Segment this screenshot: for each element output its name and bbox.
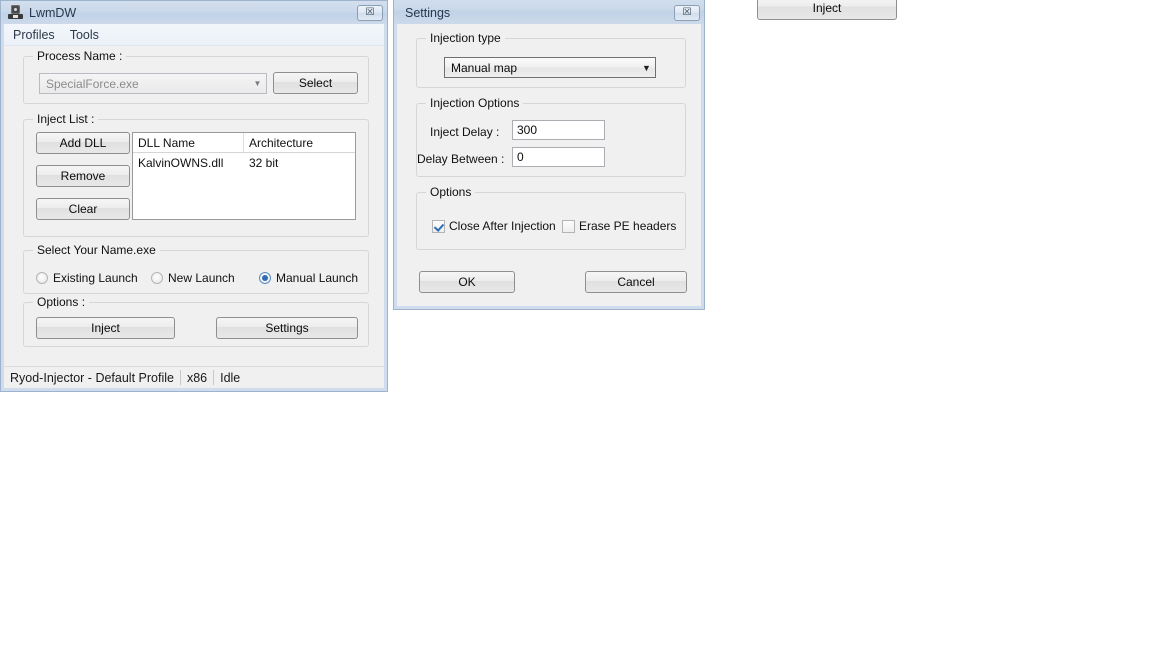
menu-item-tools[interactable]: Tools [70, 26, 108, 44]
process-name-value: SpecialForce.exe [46, 76, 139, 91]
injection-type-group: Injection type Manual map ▼ [416, 31, 686, 88]
injection-options-group: Injection Options Inject Delay : 300 Del… [416, 96, 686, 177]
floating-inject-button-label: Inject [812, 0, 842, 15]
floating-inject-button[interactable]: Inject [757, 0, 897, 20]
remove-button-label: Remove [60, 169, 106, 183]
inject-delay-value: 300 [517, 123, 538, 137]
ok-button[interactable]: OK [419, 271, 515, 293]
injection-type-legend: Injection type [426, 31, 505, 45]
close-icon[interactable]: ☒ [357, 4, 383, 21]
menu-item-profiles[interactable]: Profiles [13, 26, 64, 44]
close-after-injection-indicator [432, 219, 445, 233]
statusbar: Ryod-Injector - Default Profile x86 Idle [4, 366, 384, 388]
injection-options-legend: Injection Options [426, 96, 524, 110]
radio-new-launch[interactable]: New Launch [151, 271, 235, 285]
delay-between-label: Delay Between : [417, 152, 505, 166]
main-options-legend: Options : [33, 295, 90, 309]
erase-pe-headers-label: Erase PE headers [579, 219, 677, 233]
close-after-injection-label: Close After Injection [449, 219, 556, 233]
settings-button-label: Settings [265, 321, 309, 335]
settings-window-client: Injection type Manual map ▼ Injection Op… [397, 24, 701, 306]
erase-pe-headers-checkbox[interactable]: Erase PE headers [562, 219, 676, 233]
inject-delay-label: Inject Delay : [430, 125, 500, 139]
status-state: Idle [220, 370, 241, 385]
radio-manual-launch-indicator [259, 272, 271, 284]
radio-new-launch-indicator [151, 272, 163, 284]
main-window-title: LwmDW [29, 5, 77, 20]
clear-button-label: Clear [68, 202, 98, 216]
inject-list-group: Inject List : Add DLL Remove Clear DLL N… [23, 112, 369, 237]
close-icon[interactable]: ☒ [674, 4, 700, 21]
launch-mode-legend: Select Your Name.exe [33, 243, 160, 257]
settings-window: Settings ☒ Injection type Manual map ▼ I… [393, 0, 705, 310]
cell-dll-name: KalvinOWNS.dll [138, 156, 224, 170]
launch-mode-group: Select Your Name.exe Existing Launch New… [23, 243, 369, 294]
remove-button[interactable]: Remove [36, 165, 130, 187]
settings-window-titlebar[interactable]: Settings ☒ [394, 0, 704, 24]
main-window-client: Profiles Tools Process Name : SpecialFor… [4, 24, 384, 388]
close-glyph: ☒ [365, 6, 375, 18]
status-architecture: x86 [181, 370, 215, 385]
add-dll-button[interactable]: Add DLL [36, 132, 130, 154]
select-button-label: Select [298, 76, 333, 90]
select-button[interactable]: Select [273, 72, 358, 94]
cancel-button[interactable]: Cancel [585, 271, 687, 293]
delay-between-value: 0 [517, 150, 524, 164]
injection-type-value: Manual map [451, 60, 518, 75]
status-profile: Ryod-Injector - Default Profile [4, 370, 181, 385]
settings-options-group: Options Close After Injection Erase PE h… [416, 185, 686, 250]
close-glyph: ☒ [682, 6, 692, 18]
radio-new-launch-label: New Launch [168, 271, 235, 285]
delay-between-input[interactable]: 0 [512, 147, 605, 167]
close-after-injection-checkbox[interactable]: Close After Injection [432, 219, 556, 233]
settings-options-legend: Options [426, 185, 476, 199]
radio-manual-launch[interactable]: Manual Launch [259, 271, 358, 285]
radio-existing-launch-indicator [36, 272, 48, 284]
settings-window-title: Settings [405, 5, 451, 20]
main-window-titlebar[interactable]: LwmDW ☒ [1, 1, 387, 24]
process-name-legend: Process Name : [33, 49, 127, 63]
chevron-down-icon: ▼ [642, 62, 651, 73]
cell-architecture: 32 bit [249, 156, 279, 170]
injector-app-icon [8, 5, 24, 20]
cancel-button-label: Cancel [617, 275, 655, 289]
radio-existing-launch[interactable]: Existing Launch [36, 271, 138, 285]
add-dll-button-label: Add DLL [59, 136, 107, 150]
chevron-down-icon: ▼ [253, 79, 262, 88]
radio-manual-launch-label: Manual Launch [276, 271, 359, 285]
settings-button[interactable]: Settings [216, 317, 358, 339]
dll-listview[interactable]: DLL Name Architecture KalvinOWNS.dll 32 … [132, 132, 356, 220]
dll-listview-header: DLL Name Architecture [133, 133, 355, 153]
injection-type-combo[interactable]: Manual map ▼ [444, 57, 656, 78]
main-options-group: Options : Inject Settings [23, 295, 369, 347]
column-header-dll-name[interactable]: DLL Name [133, 133, 244, 152]
main-window: LwmDW ☒ Profiles Tools Process Name : Sp… [0, 0, 388, 392]
menubar: Profiles Tools [4, 24, 384, 46]
clear-button[interactable]: Clear [36, 198, 130, 220]
process-name-combo[interactable]: SpecialForce.exe ▼ [39, 73, 267, 94]
table-row[interactable]: KalvinOWNS.dll 32 bit [133, 153, 355, 173]
column-header-architecture[interactable]: Architecture [244, 133, 355, 152]
inject-button-label: Inject [91, 321, 120, 335]
ok-button-label: OK [458, 275, 476, 289]
inject-delay-input[interactable]: 300 [512, 120, 605, 140]
inject-list-legend: Inject List : [33, 112, 99, 126]
inject-button[interactable]: Inject [36, 317, 175, 339]
erase-pe-headers-indicator [562, 219, 575, 233]
process-name-group: Process Name : SpecialForce.exe ▼ Select [23, 49, 369, 104]
radio-existing-launch-label: Existing Launch [53, 271, 138, 285]
